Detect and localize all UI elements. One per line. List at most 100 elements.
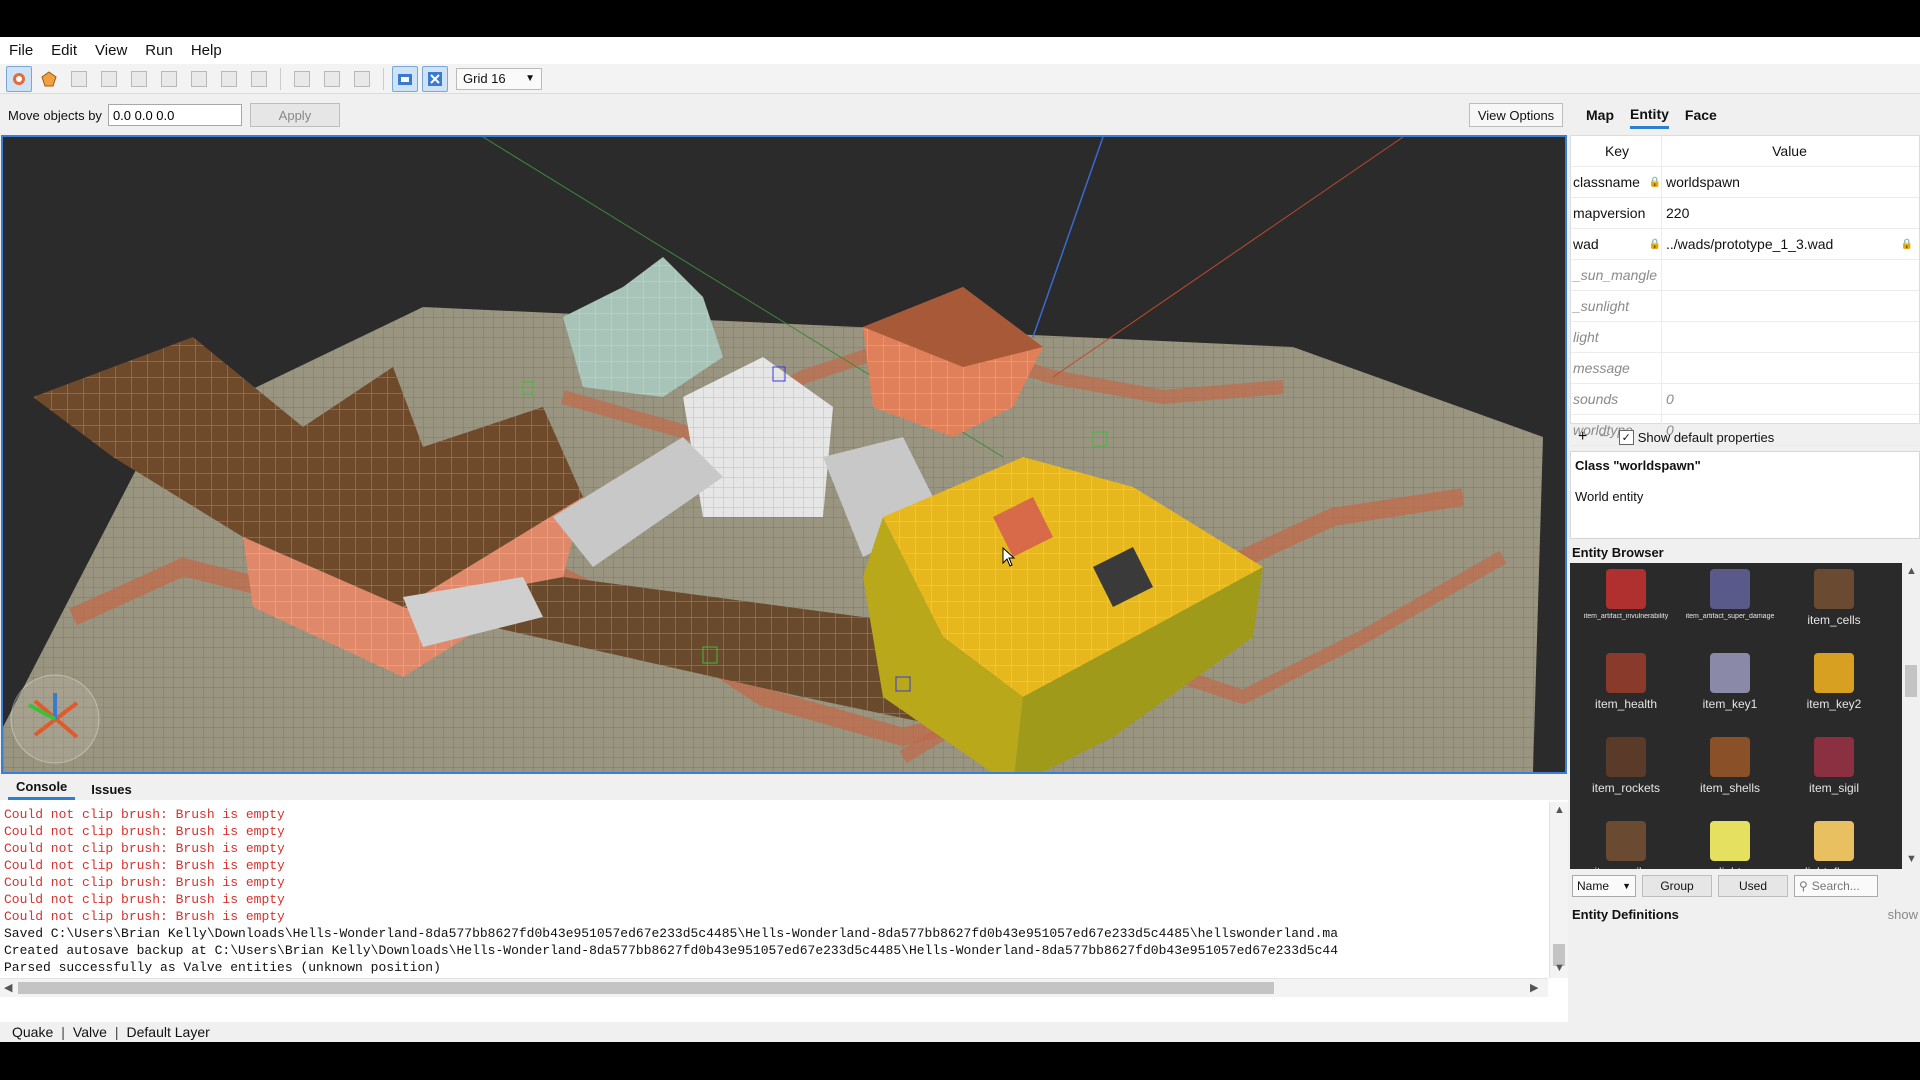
entity-thumbnail-icon: [1814, 737, 1854, 777]
property-value[interactable]: [1661, 260, 1919, 290]
property-key-text: classname: [1573, 174, 1640, 190]
property-row[interactable]: light: [1571, 322, 1919, 353]
property-row[interactable]: _sunlight: [1571, 291, 1919, 322]
menu-view[interactable]: View: [86, 42, 136, 59]
entity-browser-item[interactable]: item_sigil: [1786, 737, 1882, 795]
face-tool-icon: [161, 70, 177, 87]
apply-button[interactable]: Apply: [249, 103, 340, 127]
view-options-button[interactable]: View Options: [1469, 103, 1563, 127]
property-value[interactable]: 220: [1661, 198, 1919, 228]
property-row[interactable]: _sun_mangle: [1571, 260, 1919, 291]
entity-label: item_rockets: [1591, 781, 1661, 795]
scroll-up-icon[interactable]: ▲: [1906, 565, 1917, 577]
entity-browser-item[interactable]: item_shells: [1682, 737, 1778, 795]
entity-browser-item[interactable]: item_spikes: [1578, 821, 1674, 869]
entity-thumbnail-icon: [1814, 821, 1854, 861]
entity-browser-item[interactable]: item_health: [1578, 653, 1674, 711]
entity-browser-item[interactable]: item_key1: [1682, 653, 1778, 711]
entity-thumbnail-icon: [1710, 821, 1750, 861]
scroll-up-icon[interactable]: ▲: [1554, 804, 1565, 816]
show-default-checkbox[interactable]: ✓: [1618, 429, 1634, 445]
entity-browser-grid[interactable]: item_artifact_invulnerability item_artifa…: [1570, 563, 1902, 869]
3d-viewport[interactable]: [1, 135, 1567, 774]
property-value[interactable]: [1661, 353, 1919, 383]
property-row[interactable]: classname 🔒 worldspawn: [1571, 167, 1919, 198]
uv-lock-button[interactable]: [422, 65, 448, 92]
flip-horizontal-button[interactable]: [319, 66, 345, 92]
brush-tool-button[interactable]: [36, 66, 62, 92]
tab-console[interactable]: Console: [8, 779, 76, 800]
select-tool-button[interactable]: [6, 65, 32, 92]
entity-browser-item[interactable]: item_cells: [1786, 569, 1882, 627]
sort-select[interactable]: Name ▼: [1572, 875, 1636, 897]
grid-size-label: Grid 16: [463, 71, 506, 86]
scroll-left-icon[interactable]: ◀: [4, 981, 12, 994]
group-button[interactable]: Group: [1642, 875, 1712, 897]
menu-edit[interactable]: Edit: [42, 42, 86, 59]
move-objects-input[interactable]: [107, 104, 242, 126]
texture-lock-button[interactable]: [392, 65, 418, 92]
console-horizontal-scrollbar[interactable]: ◀ ▶: [0, 978, 1548, 997]
property-value[interactable]: ../wads/prototype_1_3.wad 🔒: [1661, 229, 1919, 259]
flip-vertical-icon: [354, 70, 370, 87]
property-row[interactable]: sounds 0: [1571, 384, 1919, 415]
entity-browser-item[interactable]: item_artifact_super_damage: [1682, 569, 1778, 620]
menu-help[interactable]: Help: [182, 42, 231, 59]
property-row[interactable]: wad 🔒 ../wads/prototype_1_3.wad 🔒: [1571, 229, 1919, 260]
trenchbroom-window: File Edit View Run Help Grid 16 ▼ Move o…: [0, 37, 1920, 1042]
menu-file[interactable]: File: [0, 42, 42, 59]
entity-label: item_health: [1594, 697, 1658, 711]
rotate-tool-button[interactable]: [186, 66, 212, 92]
entity-label: item_sigil: [1808, 781, 1859, 795]
search-icon: ⚲: [1799, 879, 1808, 893]
clip-tool-icon: [71, 70, 87, 87]
tab-map[interactable]: Map: [1586, 103, 1614, 127]
property-key-text: message: [1573, 360, 1630, 376]
menu-run[interactable]: Run: [136, 42, 182, 59]
entity-definitions-show-link[interactable]: show: [1888, 907, 1918, 922]
property-row[interactable]: message: [1571, 353, 1919, 384]
lock-icon: 🔒: [1648, 238, 1661, 250]
shear-tool-button[interactable]: [246, 66, 272, 92]
console-vertical-scrollbar[interactable]: ▲ ▼: [1549, 802, 1568, 978]
scroll-thumb[interactable]: [1905, 665, 1917, 697]
edge-tool-button[interactable]: [126, 66, 152, 92]
entity-browser-item[interactable]: item_artifact_invulnerability: [1578, 569, 1674, 620]
scroll-right-icon[interactable]: ▶: [1530, 981, 1538, 994]
flip-vertical-button[interactable]: [349, 66, 375, 92]
entity-browser-scrollbar[interactable]: ▲ ▼: [1902, 563, 1920, 869]
used-button[interactable]: Used: [1718, 875, 1788, 897]
scroll-down-icon[interactable]: ▼: [1554, 962, 1565, 974]
entity-label: item_cells: [1807, 613, 1861, 627]
toolbar-separator: [280, 67, 281, 90]
add-property-button[interactable]: +: [1578, 428, 1587, 446]
entity-browser-item[interactable]: item_key2: [1786, 653, 1882, 711]
scale-tool-button[interactable]: [216, 66, 242, 92]
face-tool-button[interactable]: [156, 66, 182, 92]
property-value[interactable]: [1661, 291, 1919, 321]
property-value[interactable]: 0: [1661, 384, 1919, 414]
property-row[interactable]: mapversion 220: [1571, 198, 1919, 229]
entity-browser-item[interactable]: light: [1682, 821, 1778, 869]
scroll-down-icon[interactable]: ▼: [1906, 853, 1917, 865]
vertex-tool-button[interactable]: [96, 66, 122, 92]
grid-size-select[interactable]: Grid 16 ▼: [456, 67, 542, 90]
console-line: Could not clip brush: Brush is empty: [4, 807, 285, 822]
scroll-thumb[interactable]: [18, 982, 1274, 994]
class-description: World entity: [1575, 489, 1644, 504]
flip-horizontal-icon: [324, 70, 340, 87]
tab-issues[interactable]: Issues: [83, 782, 139, 800]
property-value-text: 220: [1666, 205, 1690, 221]
property-value[interactable]: [1661, 322, 1919, 352]
tab-entity[interactable]: Entity: [1630, 102, 1669, 129]
remove-property-button[interactable]: −: [1599, 428, 1608, 446]
clip-tool-button[interactable]: [66, 66, 92, 92]
entity-thumbnail-icon: [1814, 653, 1854, 693]
entity-browser-item[interactable]: light_flame: [1786, 821, 1882, 869]
tab-face[interactable]: Face: [1685, 103, 1717, 127]
entity-browser-item[interactable]: item_rockets: [1578, 737, 1674, 795]
entity-search-input[interactable]: ⚲ Search...: [1794, 875, 1878, 897]
search-placeholder: Search...: [1811, 879, 1860, 893]
property-value[interactable]: worldspawn: [1661, 167, 1919, 197]
duplicate-button[interactable]: [289, 66, 315, 92]
